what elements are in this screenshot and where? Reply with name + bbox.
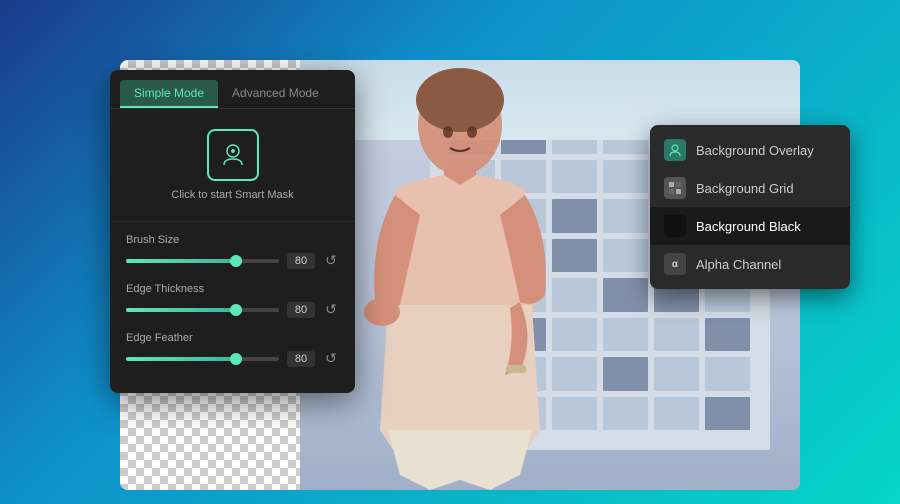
tabs-container: Simple Mode Advanced Mode [110,70,355,109]
edge-feather-reset[interactable]: ↺ [323,350,339,367]
brush-size-track[interactable] [126,259,279,263]
edge-feather-value: 80 [287,351,315,367]
smart-mask-icon[interactable] [207,129,259,181]
smart-mask-svg [219,141,247,169]
edge-thickness-group: Edge Thickness 80 ↺ [126,283,339,318]
dropdown-item-grid[interactable]: Background Grid [650,169,850,207]
black-icon [664,215,686,237]
tab-advanced[interactable]: Advanced Mode [218,80,333,108]
smart-mask-area[interactable]: Click to start Smart Mask [110,109,355,222]
grid-icon [664,177,686,199]
dropdown-item-alpha[interactable]: α Alpha Channel [650,245,850,283]
edge-thickness-track[interactable] [126,308,279,312]
brush-size-value: 80 [287,253,315,269]
edge-feather-thumb[interactable] [230,353,242,365]
edge-thickness-row: 80 ↺ [126,301,339,318]
smart-mask-label: Click to start Smart Mask [171,189,293,201]
edge-feather-group: Edge Feather 80 ↺ [126,332,339,367]
brush-size-label: Brush Size [126,234,339,246]
edge-thickness-label: Edge Thickness [126,283,339,295]
brush-size-group: Brush Size 80 ↺ [126,234,339,269]
edge-feather-label: Edge Feather [126,332,339,344]
sliders-area: Brush Size 80 ↺ Edge Thickness 80 ↺ [110,222,355,393]
dropdown-menu: Background Overlay Background Grid Backg… [650,125,850,289]
grid-label: Background Grid [696,181,794,196]
overlay-icon [664,139,686,161]
alpha-label: Alpha Channel [696,257,781,272]
edge-thickness-fill [126,308,236,312]
tab-simple[interactable]: Simple Mode [120,80,218,108]
edge-feather-track[interactable] [126,357,279,361]
person-svg [320,60,600,490]
brush-size-thumb[interactable] [230,255,242,267]
edge-feather-row: 80 ↺ [126,350,339,367]
edge-thickness-thumb[interactable] [230,304,242,316]
person-figure [320,60,600,490]
brush-size-row: 80 ↺ [126,252,339,269]
brush-size-reset[interactable]: ↺ [323,252,339,269]
left-panel: Simple Mode Advanced Mode Click to start… [110,70,355,393]
edge-thickness-reset[interactable]: ↺ [323,301,339,318]
dropdown-item-overlay[interactable]: Background Overlay [650,131,850,169]
alpha-icon: α [664,253,686,275]
black-label: Background Black [696,219,801,234]
overlay-label: Background Overlay [696,143,814,158]
brush-size-fill [126,259,236,263]
edge-thickness-value: 80 [287,302,315,318]
edge-feather-fill [126,357,236,361]
dropdown-item-black[interactable]: Background Black [650,207,850,245]
